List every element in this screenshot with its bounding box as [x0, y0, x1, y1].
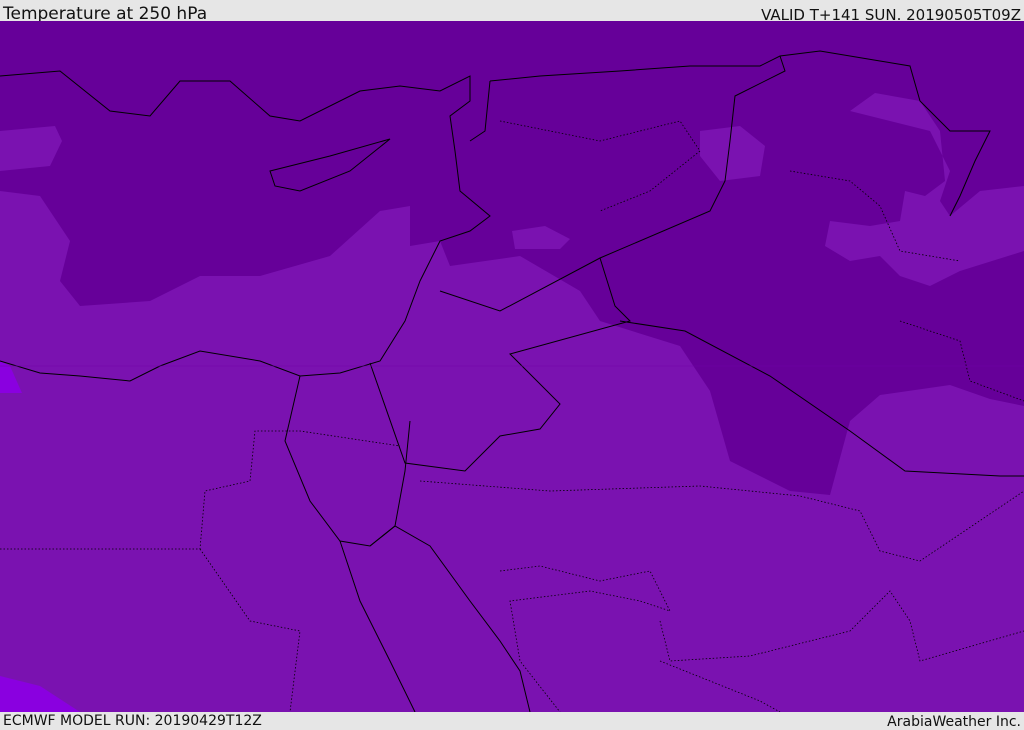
- model-run: ECMWF MODEL RUN: 20190429T12Z: [3, 713, 262, 729]
- temperature-map: [0, 21, 1024, 712]
- header-bar: Temperature at 250 hPa VALID T+141 SUN. …: [0, 0, 1024, 24]
- brand-credit: ArabiaWeather Inc.: [887, 714, 1021, 730]
- footer-bar: ECMWF MODEL RUN: 20190429T12Z ArabiaWeat…: [0, 712, 1024, 730]
